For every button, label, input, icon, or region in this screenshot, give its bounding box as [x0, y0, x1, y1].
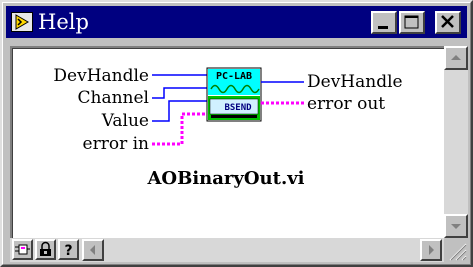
scroll-up-button[interactable] — [444, 46, 468, 70]
help-button[interactable]: ? — [58, 239, 79, 260]
vi-icon-top-text: PC-LAB — [216, 71, 252, 82]
wire-channel-in — [152, 87, 207, 99]
vi-icon: PC-LAB BSEND — [206, 67, 262, 122]
labview-app-icon — [11, 12, 33, 32]
svg-text:?: ? — [64, 243, 72, 258]
arrow-left-icon — [90, 245, 95, 255]
maximize-button[interactable] — [399, 11, 425, 34]
resize-grip-icon — [449, 243, 467, 261]
output-label-error-out: error out — [307, 94, 385, 114]
title-bar[interactable]: Help — [6, 6, 467, 38]
arrow-down-icon — [451, 224, 461, 229]
input-label-channel: Channel — [78, 88, 150, 108]
resize-grip[interactable] — [444, 238, 468, 262]
close-icon — [441, 15, 454, 28]
maximize-icon — [404, 15, 419, 29]
minimize-icon — [378, 26, 388, 29]
vi-name: AOBinaryOut.vi — [146, 168, 304, 189]
help-content-area: DevHandle Channel Value error in PC-LAB … — [10, 46, 444, 238]
scroll-right-button[interactable] — [420, 239, 442, 261]
lock-icon — [40, 241, 51, 256]
input-label-value: Value — [101, 111, 149, 131]
simple-diagram-icon — [15, 244, 30, 255]
output-label-devhandle: DevHandle — [307, 72, 403, 92]
vi-icon-bottom-text: BSEND — [224, 103, 252, 113]
input-label-devhandle: DevHandle — [53, 66, 149, 86]
bottom-toolbar: ? — [10, 238, 468, 262]
scroll-left-button[interactable] — [82, 239, 104, 261]
help-window: Help DevHandle Channel Value error in PC… — [0, 0, 473, 267]
question-icon: ? — [64, 243, 72, 258]
close-button[interactable] — [435, 11, 461, 34]
vertical-scrollbar[interactable] — [444, 46, 468, 238]
minimize-button[interactable] — [371, 11, 397, 34]
scroll-down-button[interactable] — [444, 214, 468, 238]
arrow-right-icon — [429, 245, 434, 255]
lock-button[interactable] — [35, 239, 56, 260]
arrow-up-icon — [451, 55, 461, 60]
simple-diagram-button[interactable] — [12, 239, 33, 260]
window-title: Help — [38, 10, 89, 34]
wire-value-in — [152, 100, 207, 122]
input-label-error-in: error in — [83, 134, 150, 154]
wire-error-in — [152, 112, 207, 146]
